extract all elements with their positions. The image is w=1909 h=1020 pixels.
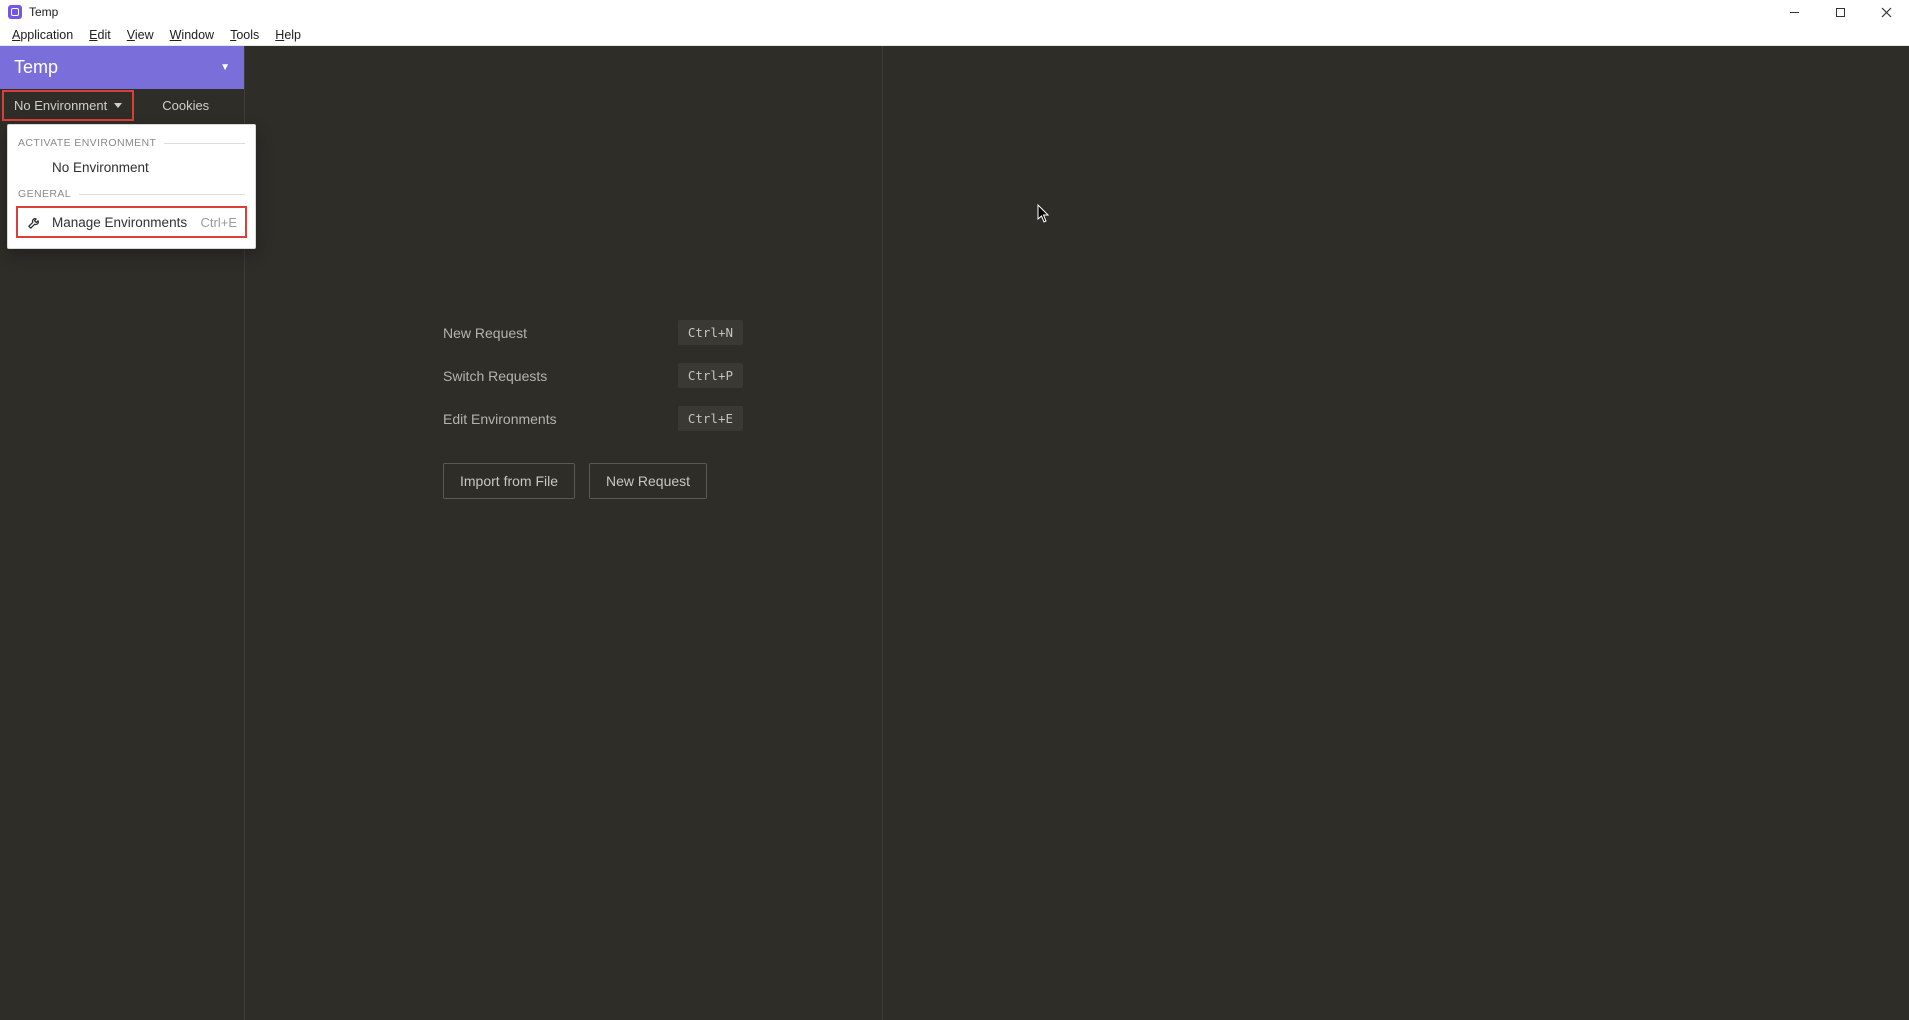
new-request-button[interactable]: New Request bbox=[589, 463, 707, 499]
window-close-button[interactable] bbox=[1863, 0, 1909, 24]
dropdown-section-label: GENERAL bbox=[18, 188, 71, 200]
workspace-name: Temp bbox=[14, 57, 58, 78]
import-from-file-button[interactable]: Import from File bbox=[443, 463, 575, 499]
menubar: Application Edit View Window Tools Help bbox=[0, 24, 1909, 46]
keyboard-shortcut: Ctrl+P bbox=[678, 363, 743, 388]
dropdown-section-general: GENERAL bbox=[8, 182, 255, 204]
app-icon bbox=[8, 5, 22, 19]
menu-help[interactable]: Help bbox=[267, 26, 309, 44]
keyboard-shortcut: Ctrl+E bbox=[678, 406, 743, 431]
content-area: New Request Ctrl+N Switch Requests Ctrl+… bbox=[245, 46, 1909, 1020]
window-controls bbox=[1771, 0, 1909, 24]
menu-edit[interactable]: Edit bbox=[81, 26, 119, 44]
menu-application[interactable]: Application bbox=[4, 26, 81, 44]
wrench-icon bbox=[26, 214, 42, 230]
welcome-row-label: New Request bbox=[443, 325, 527, 341]
environment-selector-highlight: No Environment bbox=[2, 90, 134, 121]
dropdown-section-label: ACTIVATE ENVIRONMENT bbox=[18, 137, 156, 149]
menu-label: elp bbox=[284, 28, 301, 42]
environment-selector[interactable]: No Environment bbox=[4, 92, 132, 119]
divider bbox=[79, 194, 245, 195]
window-title: Temp bbox=[29, 5, 58, 19]
welcome-row: New Request Ctrl+N bbox=[443, 320, 743, 345]
divider bbox=[164, 143, 245, 144]
menu-label: ools bbox=[236, 28, 259, 42]
window-maximize-button[interactable] bbox=[1817, 0, 1863, 24]
dropdown-item-no-environment[interactable]: No Environment bbox=[8, 153, 255, 182]
dropdown-section-activate: ACTIVATE ENVIRONMENT bbox=[8, 131, 255, 153]
main-area: Temp ▼ No Environment Cookies New Reques… bbox=[0, 46, 1909, 1020]
window-titlebar: Temp bbox=[0, 0, 1909, 24]
response-pane bbox=[883, 46, 1909, 1020]
menu-label: iew bbox=[135, 28, 154, 42]
sidebar-toolbar: No Environment Cookies bbox=[0, 89, 244, 122]
keyboard-shortcut: Ctrl+E bbox=[201, 215, 237, 230]
welcome-row: Switch Requests Ctrl+P bbox=[443, 363, 743, 388]
menu-label: dit bbox=[98, 28, 111, 42]
welcome-row-label: Edit Environments bbox=[443, 411, 557, 427]
window-minimize-button[interactable] bbox=[1771, 0, 1817, 24]
welcome-buttons: Import from File New Request bbox=[443, 463, 743, 499]
menu-label: indow bbox=[181, 28, 214, 42]
menu-label: pplication bbox=[20, 28, 73, 42]
caret-down-icon bbox=[114, 103, 122, 108]
menu-tools[interactable]: Tools bbox=[222, 26, 267, 44]
caret-down-icon: ▼ bbox=[220, 62, 230, 73]
cookies-button[interactable]: Cookies bbox=[162, 98, 209, 113]
welcome-panel: New Request Ctrl+N Switch Requests Ctrl+… bbox=[443, 320, 743, 499]
keyboard-shortcut: Ctrl+N bbox=[678, 320, 743, 345]
welcome-row: Edit Environments Ctrl+E bbox=[443, 406, 743, 431]
dropdown-item-label: Manage Environments bbox=[52, 215, 187, 230]
environment-dropdown: ACTIVATE ENVIRONMENT No Environment GENE… bbox=[7, 124, 256, 249]
menu-view[interactable]: View bbox=[119, 26, 162, 44]
dropdown-item-manage-environments[interactable]: Manage Environments Ctrl+E bbox=[16, 206, 247, 238]
menu-window[interactable]: Window bbox=[162, 26, 222, 44]
environment-label: No Environment bbox=[14, 98, 107, 113]
workspace-header[interactable]: Temp ▼ bbox=[0, 46, 244, 89]
request-pane: New Request Ctrl+N Switch Requests Ctrl+… bbox=[245, 46, 883, 1020]
welcome-row-label: Switch Requests bbox=[443, 368, 547, 384]
